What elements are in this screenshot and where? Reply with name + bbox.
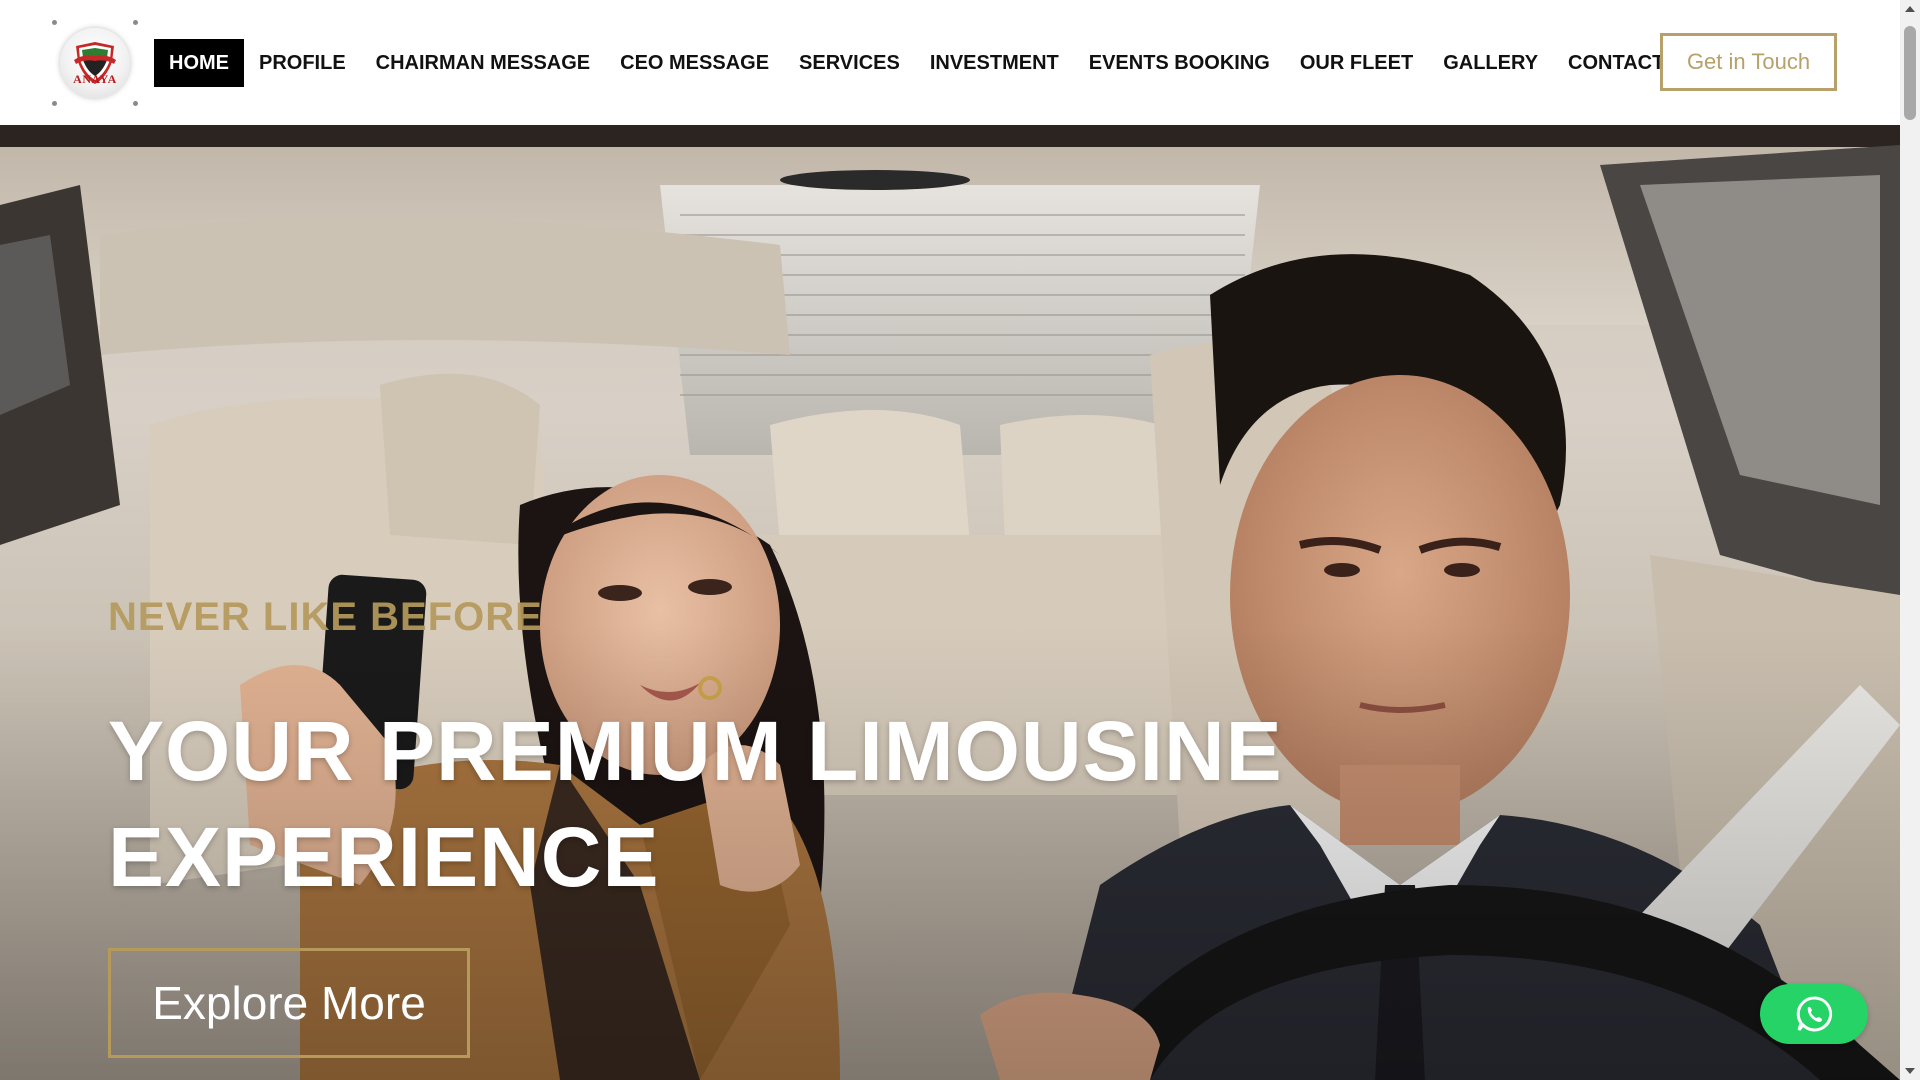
nav-item-home[interactable]: HOME bbox=[154, 39, 244, 87]
scroll-down-arrow-icon[interactable] bbox=[1905, 1068, 1915, 1074]
main-nav: HOME PROFILE CHAIRMAN MESSAGE CEO MESSAG… bbox=[154, 38, 1679, 88]
nav-item-services[interactable]: SERVICES bbox=[784, 39, 915, 87]
logo-corner-dot bbox=[52, 20, 57, 25]
nav-item-chairman-message[interactable]: CHAIRMAN MESSAGE bbox=[361, 39, 605, 87]
hero-section: NEVER LIKE BEFORE YOUR PREMIUM LIMOUSINE… bbox=[0, 125, 1900, 1080]
logo-text: ANAYA bbox=[73, 72, 117, 86]
nav-item-gallery[interactable]: GALLERY bbox=[1428, 39, 1553, 87]
get-in-touch-button[interactable]: Get in Touch bbox=[1660, 33, 1837, 91]
nav-item-profile[interactable]: PROFILE bbox=[244, 39, 361, 87]
scroll-up-arrow-icon[interactable] bbox=[1905, 6, 1915, 12]
nav-item-investment[interactable]: INVESTMENT bbox=[915, 39, 1074, 87]
page-scrollbar[interactable] bbox=[1900, 0, 1920, 1080]
brand-logo[interactable]: ANAYA bbox=[52, 20, 138, 106]
nav-item-our-fleet[interactable]: OUR FLEET bbox=[1285, 39, 1428, 87]
logo-corner-dot bbox=[133, 20, 138, 25]
logo-corner-dot bbox=[133, 101, 138, 106]
hero-content: NEVER LIKE BEFORE YOUR PREMIUM LIMOUSINE… bbox=[108, 595, 1283, 1058]
logo-corner-dot bbox=[52, 101, 57, 106]
hero-title-line-1: YOUR PREMIUM LIMOUSINE bbox=[108, 704, 1283, 798]
hero-title: YOUR PREMIUM LIMOUSINE EXPERIENCE bbox=[108, 698, 1283, 910]
whatsapp-icon bbox=[1796, 996, 1833, 1032]
whatsapp-chat-button[interactable] bbox=[1760, 984, 1868, 1044]
explore-more-button[interactable]: Explore More bbox=[108, 948, 470, 1058]
logo-emblem: ANAYA bbox=[60, 28, 130, 98]
site-header: ANAYA HOME PROFILE CHAIRMAN MESSAGE CEO … bbox=[0, 0, 1900, 125]
hero-title-line-2: EXPERIENCE bbox=[108, 810, 660, 904]
nav-item-events-booking[interactable]: EVENTS BOOKING bbox=[1074, 39, 1285, 87]
nav-item-ceo-message[interactable]: CEO MESSAGE bbox=[605, 39, 784, 87]
hero-eyebrow: NEVER LIKE BEFORE bbox=[108, 595, 543, 639]
scroll-thumb[interactable] bbox=[1904, 26, 1916, 120]
